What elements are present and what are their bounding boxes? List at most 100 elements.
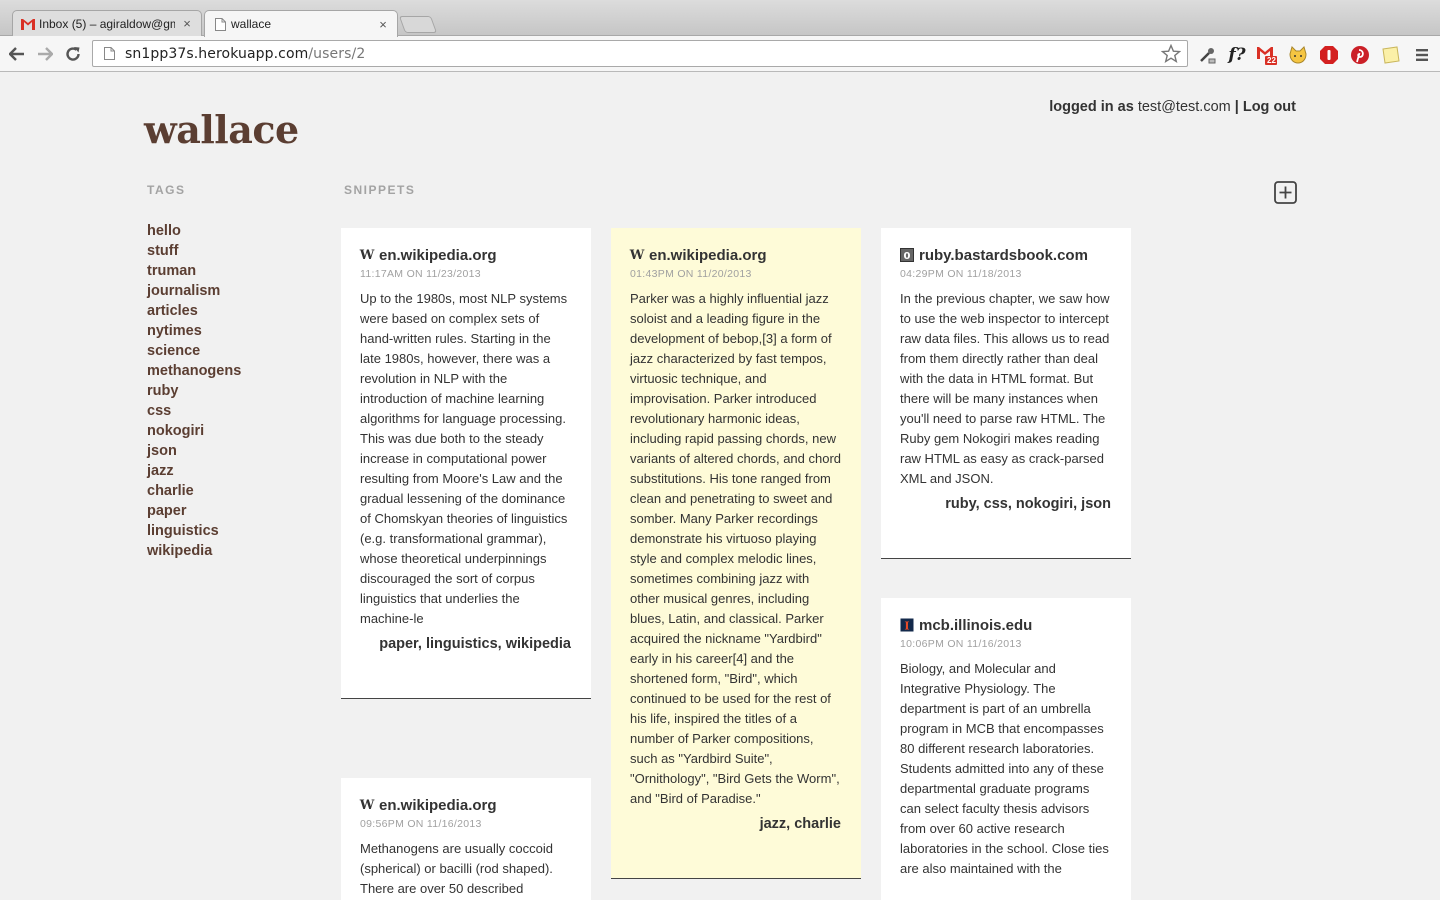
- bookmark-star-icon[interactable]: [1160, 43, 1182, 64]
- tag-item[interactable]: truman: [147, 261, 241, 281]
- chrome-menu-icon[interactable]: [1411, 44, 1433, 66]
- close-tab-icon[interactable]: ×: [377, 17, 389, 32]
- tag-item[interactable]: methanogens: [147, 361, 241, 381]
- brand-title[interactable]: wallace: [144, 107, 299, 152]
- tag-item[interactable]: paper: [147, 501, 241, 521]
- tag-link[interactable]: methanogens: [147, 363, 241, 379]
- snippet-body: Up to the 1980s, most NLP systems were b…: [360, 291, 568, 626]
- tag-link[interactable]: paper: [147, 503, 187, 519]
- tag-item[interactable]: wikipedia: [147, 541, 241, 561]
- eyedropper-extension-icon[interactable]: [1196, 44, 1218, 66]
- snippet-source[interactable]: W en.wikipedia.org: [360, 245, 571, 265]
- tag-item[interactable]: journalism: [147, 281, 241, 301]
- tag-link[interactable]: science: [147, 343, 200, 359]
- tag-link[interactable]: charlie: [147, 483, 194, 499]
- tag-link[interactable]: ruby: [147, 383, 178, 399]
- tags-heading: TAGS: [147, 183, 186, 197]
- tag-item[interactable]: nokogiri: [147, 421, 241, 441]
- tag-item[interactable]: linguistics: [147, 521, 241, 541]
- tag-item[interactable]: stuff: [147, 241, 241, 261]
- tag-link[interactable]: css: [147, 403, 171, 419]
- snippet-source-label[interactable]: ruby.bastardsbook.com: [919, 247, 1088, 264]
- tag-item[interactable]: css: [147, 401, 241, 421]
- tag-link[interactable]: json: [147, 443, 177, 459]
- reload-icon: [66, 47, 80, 61]
- snippet-card[interactable]: I mcb.illinois.edu 10:06PM ON 11/16/2013…: [881, 598, 1131, 900]
- tag-link[interactable]: truman: [147, 263, 196, 279]
- snippet-timestamp: 09:56PM ON 11/16/2013: [360, 818, 482, 830]
- forward-button[interactable]: [35, 44, 55, 64]
- separator: |: [1234, 99, 1239, 115]
- gmail-unread-badge: 22: [1267, 56, 1276, 65]
- tag-item[interactable]: science: [147, 341, 241, 361]
- wikipedia-icon: W: [629, 247, 645, 263]
- tag-link[interactable]: nytimes: [147, 323, 202, 339]
- wikipedia-icon: W: [359, 797, 375, 813]
- tag-item[interactable]: charlie: [147, 481, 241, 501]
- snippet-source-label[interactable]: en.wikipedia.org: [649, 247, 767, 264]
- snippet-card[interactable]: W en.wikipedia.org 09:56PM ON 11/16/2013…: [341, 778, 591, 900]
- snippet-tags[interactable]: paper, linguistics, wikipedia: [360, 636, 571, 652]
- tag-item[interactable]: jazz: [147, 461, 241, 481]
- tag-link[interactable]: jazz: [147, 463, 174, 479]
- snippet-card[interactable]: 0 ruby.bastardsbook.com 04:29PM ON 11/18…: [881, 228, 1131, 559]
- account-info: logged in as test@test.com | Log out: [1049, 99, 1296, 115]
- url-text: sn1pp37s.herokuapp.com/users/2: [125, 46, 365, 62]
- snippet-timestamp: 11:17AM ON 11/23/2013: [360, 268, 481, 280]
- gmail-checker-icon[interactable]: 22: [1256, 44, 1278, 66]
- snippet-body: Biology, and Molecular and Integrative P…: [900, 661, 1109, 876]
- tag-link[interactable]: hello: [147, 223, 181, 239]
- tag-link[interactable]: journalism: [147, 283, 220, 299]
- close-tab-icon[interactable]: ×: [181, 16, 193, 31]
- snippet-source-label[interactable]: mcb.illinois.edu: [919, 617, 1032, 634]
- snippet-body: Parker was a highly influential jazz sol…: [630, 291, 842, 806]
- snippet-body: In the previous chapter, we saw how to u…: [900, 291, 1110, 486]
- tag-link[interactable]: linguistics: [147, 523, 219, 539]
- snippet-body: Methanogens are usually coccoid (spheric…: [360, 841, 553, 896]
- bastardsbook-icon: 0: [900, 248, 914, 262]
- user-email-link[interactable]: test@test.com: [1138, 99, 1231, 115]
- snippet-source[interactable]: W en.wikipedia.org: [630, 245, 841, 265]
- snippet-tags[interactable]: jazz, charlie: [630, 816, 841, 832]
- font-finder-extension-icon[interactable]: f?: [1226, 44, 1248, 66]
- url-host: sn1pp37s.herokuapp.com: [125, 45, 309, 62]
- tag-link[interactable]: articles: [147, 303, 198, 319]
- notes-extension-icon[interactable]: [1380, 44, 1402, 66]
- tag-link[interactable]: wikipedia: [147, 543, 212, 559]
- tag-link[interactable]: stuff: [147, 243, 178, 259]
- tab-label: wallace: [231, 17, 272, 31]
- address-bar[interactable]: sn1pp37s.herokuapp.com/users/2: [92, 40, 1188, 67]
- pinterest-extension-icon[interactable]: [1349, 44, 1371, 66]
- snippet-source-label[interactable]: en.wikipedia.org: [379, 247, 497, 264]
- cat-extension-icon[interactable]: [1287, 44, 1309, 66]
- tag-item[interactable]: json: [147, 441, 241, 461]
- snippet-source[interactable]: I mcb.illinois.edu: [900, 615, 1111, 635]
- logout-link[interactable]: Log out: [1243, 99, 1296, 115]
- tag-item[interactable]: hello: [147, 221, 241, 241]
- adblock-extension-icon[interactable]: [1318, 44, 1340, 66]
- add-snippet-button[interactable]: [1274, 181, 1297, 204]
- snippet-card[interactable]: W en.wikipedia.org 11:17AM ON 11/23/2013…: [341, 228, 591, 699]
- snippets-heading: SNIPPETS: [344, 183, 416, 197]
- snippet-timestamp: 10:06PM ON 11/16/2013: [900, 638, 1022, 650]
- tab-gmail[interactable]: Inbox (5) – agiraldow@gm ×: [12, 10, 202, 36]
- snippet-source[interactable]: 0 ruby.bastardsbook.com: [900, 245, 1111, 265]
- snippet-source[interactable]: W en.wikipedia.org: [360, 795, 571, 815]
- tag-item[interactable]: articles: [147, 301, 241, 321]
- tag-item[interactable]: ruby: [147, 381, 241, 401]
- snippet-source-label[interactable]: en.wikipedia.org: [379, 797, 497, 814]
- illinois-icon-glyph: I: [904, 620, 909, 633]
- new-tab-button[interactable]: [398, 16, 438, 33]
- illinois-icon: I: [900, 618, 914, 632]
- tab-wallace[interactable]: wallace ×: [204, 10, 398, 37]
- snippet-tags[interactable]: ruby, css, nokogiri, json: [900, 496, 1111, 512]
- wikipedia-icon: W: [359, 247, 375, 263]
- browser-toolbar: sn1pp37s.herokuapp.com/users/2 f? 22: [0, 36, 1440, 72]
- tag-item[interactable]: nytimes: [147, 321, 241, 341]
- back-button[interactable]: [7, 44, 27, 64]
- snippet-timestamp: 04:29PM ON 11/18/2013: [900, 268, 1022, 280]
- tag-link[interactable]: nokogiri: [147, 423, 204, 439]
- reload-button[interactable]: [63, 44, 83, 64]
- tag-list: hello stuff truman journalism articles n…: [147, 221, 241, 561]
- snippet-card-highlighted[interactable]: W en.wikipedia.org 01:43PM ON 11/20/2013…: [611, 228, 861, 879]
